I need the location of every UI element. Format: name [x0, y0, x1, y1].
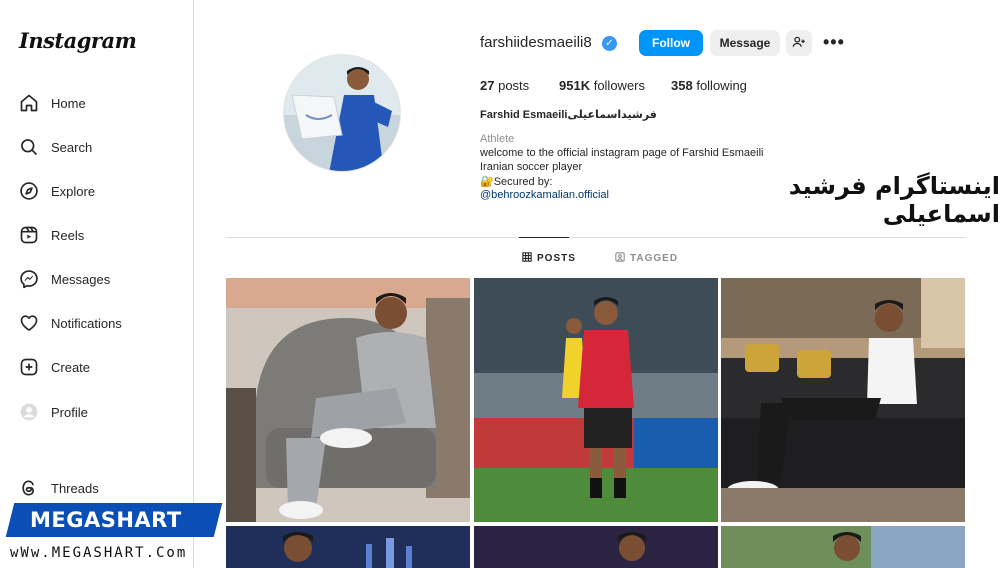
- grid-icon: [522, 252, 532, 265]
- post-thumbnail[interactable]: [474, 278, 718, 522]
- tab-tagged[interactable]: TAGGED: [615, 252, 678, 265]
- profile-avatar[interactable]: [283, 54, 401, 172]
- profile-full-name: Farshid Esmaeiliفرشیداسماعیلی: [480, 109, 657, 121]
- search-icon: [18, 136, 40, 158]
- sidebar-item-threads[interactable]: Threads: [18, 476, 99, 500]
- instagram-logo[interactable]: Instagram: [19, 28, 137, 53]
- threads-icon: [18, 477, 40, 499]
- message-button[interactable]: Message: [710, 30, 780, 56]
- add-person-icon: [792, 35, 806, 52]
- home-icon: [18, 92, 40, 114]
- posts-count: 27 posts: [480, 78, 530, 93]
- overlay-title: اینستاگرام فرشید اسماعیلی: [788, 172, 1000, 228]
- post-thumbnail[interactable]: [721, 278, 965, 522]
- post-thumbnail[interactable]: [226, 526, 470, 568]
- sidebar-item-search[interactable]: Search: [18, 135, 92, 159]
- post-thumbnail[interactable]: [226, 278, 470, 522]
- sidebar-item-label: Notifications: [51, 315, 122, 331]
- more-options-icon[interactable]: •••: [823, 32, 845, 53]
- avatar-icon: [18, 401, 40, 423]
- sidebar-item-label: Explore: [51, 183, 96, 199]
- sidebar-item-reels[interactable]: Reels: [18, 223, 84, 247]
- sidebar-item-label: Profile: [51, 404, 88, 420]
- suggested-accounts-button[interactable]: [786, 30, 812, 56]
- plus-square-icon: [18, 356, 40, 378]
- post-thumbnail[interactable]: [721, 526, 965, 568]
- tagged-icon: [615, 252, 625, 265]
- following-count[interactable]: 358 following: [671, 78, 747, 93]
- sidebar-item-label: Home: [51, 95, 86, 111]
- sidebar-item-label: Create: [51, 359, 91, 375]
- sidebar-item-label: Threads: [51, 480, 99, 496]
- compass-icon: [18, 180, 40, 202]
- follow-button[interactable]: Follow: [639, 30, 703, 56]
- sidebar-item-notifications[interactable]: Notifications: [18, 311, 122, 335]
- sidebar-item-profile[interactable]: Profile: [18, 400, 88, 424]
- post-thumbnail[interactable]: [474, 526, 718, 568]
- reels-icon: [18, 224, 40, 246]
- profile-username: farshiidesmaeili8: [480, 34, 592, 51]
- watermark-brand: MEGASHART: [30, 508, 182, 532]
- profile-category: Athlete: [480, 133, 515, 145]
- sidebar-item-explore[interactable]: Explore: [18, 179, 95, 203]
- sidebar-item-messages[interactable]: Messages: [18, 267, 110, 291]
- sidebar-item-home[interactable]: Home: [18, 91, 86, 115]
- bio-line: welcome to the official instagram page o…: [480, 147, 764, 159]
- verified-badge-icon: ✓: [602, 36, 617, 51]
- sidebar: Instagram Home Search Explore Reels Mess…: [0, 0, 194, 568]
- bio-link[interactable]: @behroozkamalian.official: [480, 189, 609, 201]
- messenger-icon: [18, 268, 40, 290]
- bio-line: 🔐Secured by:: [480, 176, 553, 188]
- tab-posts[interactable]: POSTS: [522, 252, 576, 265]
- active-tab-indicator: [519, 237, 569, 238]
- sidebar-item-label: Reels: [51, 227, 85, 243]
- sidebar-item-create[interactable]: Create: [18, 355, 90, 379]
- tabs-divider: [226, 237, 966, 238]
- watermark-url: wWw.MEGASHART.Com: [10, 545, 188, 561]
- bio-line: Iranian soccer player: [480, 161, 583, 173]
- followers-count[interactable]: 951K followers: [559, 78, 645, 93]
- sidebar-item-label: Messages: [51, 271, 111, 287]
- sidebar-item-label: Search: [51, 139, 93, 155]
- heart-icon: [18, 312, 40, 334]
